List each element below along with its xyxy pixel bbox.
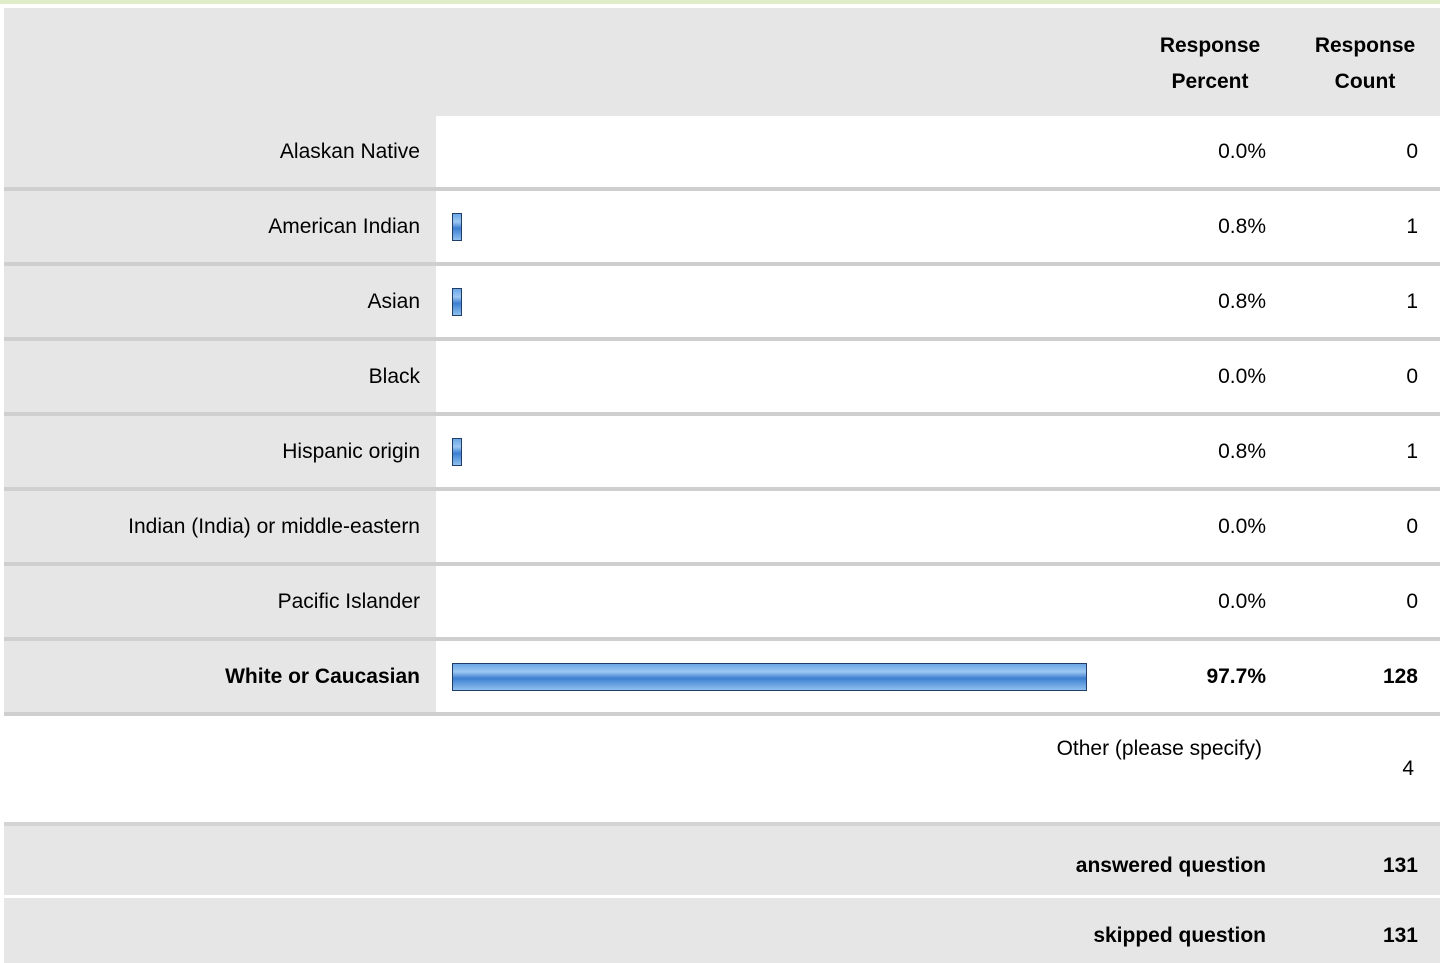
table-header: Response Percent Response Count [4, 8, 1440, 116]
category-label: White or Caucasian [4, 641, 436, 712]
answered-question-label: answered question [1075, 854, 1266, 877]
category-label: Black [4, 341, 436, 412]
response-count: 0 [1406, 590, 1418, 613]
response-count: 1 [1406, 290, 1418, 313]
table-row: White or Caucasian 97.7% 128 [4, 641, 1440, 712]
response-bar [452, 663, 1087, 691]
response-bar [452, 213, 462, 241]
response-count: 128 [1382, 665, 1418, 688]
table-row: Hispanic origin 0.8% 1 [4, 416, 1440, 487]
skipped-question-label: skipped question [1093, 924, 1266, 947]
skipped-question-row: skipped question 131 [4, 898, 1440, 963]
table-row: Pacific Islander 0.0% 0 [4, 566, 1440, 637]
response-percent: 97.7% [1206, 665, 1266, 688]
bar-track [452, 491, 1112, 562]
top-accent-line [0, 0, 1440, 8]
answered-question-value: 131 [1382, 854, 1418, 877]
other-please-specify-label: Other (please specify) [1056, 737, 1262, 760]
bar-track [452, 641, 1112, 712]
table-row: American Indian 0.8% 1 [4, 191, 1440, 262]
bar-track [452, 266, 1112, 337]
response-percent: 0.0% [1218, 140, 1266, 163]
response-percent: 0.8% [1218, 215, 1266, 238]
response-bar [452, 438, 462, 466]
response-count: 1 [1406, 215, 1418, 238]
category-label: Indian (India) or middle-eastern [4, 491, 436, 562]
table-row: Black 0.0% 0 [4, 341, 1440, 412]
response-percent: 0.8% [1218, 440, 1266, 463]
table-row: Indian (India) or middle-eastern 0.0% 0 [4, 491, 1440, 562]
bar-track [452, 191, 1112, 262]
skipped-question-value: 131 [1382, 924, 1418, 947]
category-label: Asian [4, 266, 436, 337]
response-percent: 0.0% [1218, 515, 1266, 538]
bar-track [452, 116, 1112, 187]
category-label: American Indian [4, 191, 436, 262]
response-count: 0 [1406, 515, 1418, 538]
bar-track [452, 566, 1112, 637]
response-percent-header: Response Percent [1159, 34, 1261, 93]
response-percent: 0.8% [1218, 290, 1266, 313]
category-label: Pacific Islander [4, 566, 436, 637]
response-count: 1 [1406, 440, 1418, 463]
response-count: 0 [1406, 140, 1418, 163]
response-bar [452, 288, 462, 316]
table-row: Asian 0.8% 1 [4, 266, 1440, 337]
other-count: 4 [1402, 757, 1414, 780]
bar-track [452, 416, 1112, 487]
category-label: Alaskan Native [4, 116, 436, 187]
response-count: 0 [1406, 365, 1418, 388]
category-label: Hispanic origin [4, 416, 436, 487]
bar-track [452, 341, 1112, 412]
response-percent: 0.0% [1218, 590, 1266, 613]
table-row: Alaskan Native 0.0% 0 [4, 116, 1440, 187]
answered-question-row: answered question 131 [4, 826, 1440, 898]
response-percent: 0.0% [1218, 365, 1266, 388]
row-separator [4, 712, 1440, 716]
response-count-header: Response Count [1314, 34, 1416, 93]
